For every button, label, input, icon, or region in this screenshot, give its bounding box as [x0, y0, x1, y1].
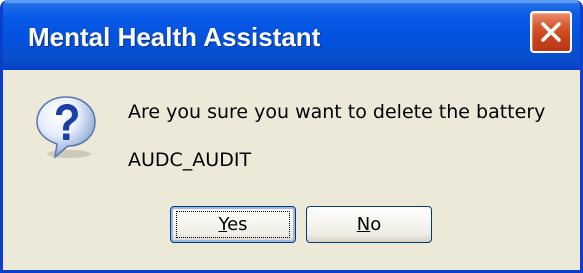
- confirm-delete-dialog: Mental Health Assistant Are you sure you…: [0, 0, 583, 273]
- yes-label-rest: es: [227, 214, 248, 235]
- battery-name: AUDC_AUDIT: [128, 149, 252, 171]
- no-mnemonic: N: [356, 214, 371, 235]
- yes-button[interactable]: Yes: [170, 206, 296, 243]
- no-button-label: No: [357, 214, 381, 235]
- no-button[interactable]: No: [306, 206, 432, 243]
- close-icon: [541, 22, 561, 42]
- question-icon: [36, 96, 96, 159]
- window-title: Mental Health Assistant: [28, 22, 321, 52]
- yes-button-label: Yes: [218, 214, 247, 235]
- yes-mnemonic: Y: [218, 214, 228, 235]
- no-label-rest: o: [370, 214, 382, 235]
- title-bar[interactable]: Mental Health Assistant: [3, 0, 580, 70]
- confirmation-message: Are you sure you want to delete the batt…: [128, 101, 546, 123]
- close-button[interactable]: [530, 11, 572, 53]
